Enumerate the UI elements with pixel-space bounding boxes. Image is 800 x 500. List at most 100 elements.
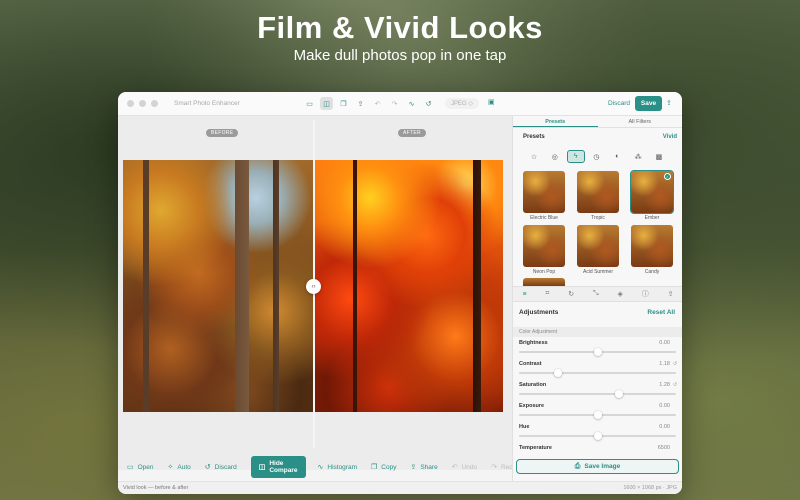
preset-item[interactable]: Electric Blue [523, 171, 565, 221]
preset-item-partial[interactable] [523, 278, 565, 286]
auto-button[interactable]: ✧ Auto [168, 463, 191, 472]
reset-icon[interactable]: ↺ [673, 382, 678, 388]
slider-knob[interactable] [593, 348, 602, 356]
hide-compare-button[interactable]: ◫ Hide Compare [250, 456, 306, 478]
adjustment-sliders: Brightness 0.00 Contrast 1.18 ↺ Saturation 1… [513, 340, 682, 466]
save-image-button[interactable]: ⎙ Save Image [516, 459, 679, 474]
slider-track[interactable] [519, 411, 676, 419]
app-window: Smart Photo Enhancer ▭ ◫ ❐ ⇪ ↶ ↷ ∿ ↺ JPE… [118, 92, 682, 494]
zoom-window-button[interactable] [151, 100, 158, 107]
preset-grid: Electric Blue Tropic ✓ Ember Neon Pop Ac… [513, 163, 682, 275]
open-button[interactable]: ▭ Open [127, 463, 154, 472]
format-select[interactable]: JPEG ◇ [445, 98, 479, 109]
sidebar-toggle-icon[interactable]: ▣ [488, 98, 495, 106]
contrast-icon[interactable]: ◐ [608, 150, 626, 163]
preset-label: Acid Summer [582, 269, 613, 275]
slider-track[interactable] [519, 348, 676, 356]
slider-label: Exposure [519, 403, 545, 409]
histogram-icon: ∿ [317, 464, 324, 471]
preset-item[interactable]: Tropic [577, 171, 619, 221]
resize-icon[interactable]: ⤡ [593, 290, 599, 298]
save-button[interactable]: Save [635, 96, 662, 111]
info-icon[interactable]: ⓘ [642, 289, 649, 299]
preset-item[interactable]: ✓ Ember [630, 170, 674, 221]
preset-thumbnail [577, 171, 619, 213]
histogram-button[interactable]: ∿ Histogram [317, 463, 358, 472]
close-window-button[interactable] [127, 100, 134, 107]
slider-knob[interactable] [554, 369, 563, 377]
preset-label: Tropic [591, 215, 605, 221]
preset-thumbnail-selected: ✓ [630, 170, 674, 214]
slider-track[interactable] [519, 369, 676, 377]
status-bar: Vivid look — before & after 1600 × 1068 … [118, 481, 682, 494]
open-folder-icon[interactable]: ▭ [303, 97, 316, 110]
reset-icon [673, 340, 678, 346]
preset-item[interactable]: Acid Summer [577, 225, 619, 275]
preset-category-row: ☆ ◎ ϟ ◷ ◐ ⁂ ▩ [513, 140, 682, 163]
slider-hue: Hue 0.00 [513, 424, 682, 445]
minimize-window-button[interactable] [139, 100, 146, 107]
presets-category[interactable]: Vivid [663, 134, 677, 140]
reset-icon [673, 403, 678, 409]
rotate-icon[interactable]: ↻ [568, 290, 574, 298]
slider-label: Temperature [519, 445, 552, 451]
presets-header: Presets Vivid [513, 128, 682, 140]
panel-tabs: Presets All Filters [513, 116, 682, 128]
reset-icon[interactable]: ↺ [673, 361, 678, 367]
preset-item[interactable]: Neon Pop [523, 225, 565, 275]
slider-contrast: Contrast 1.18 ↺ [513, 361, 682, 382]
preset-item[interactable]: Candy [631, 225, 673, 275]
preset-label: Ember [644, 215, 660, 221]
undo-icon[interactable]: ↶ [371, 97, 384, 110]
slider-track[interactable] [519, 432, 676, 440]
adjustments-header: Adjustments Reset All [513, 309, 682, 316]
preset-label: Neon Pop [532, 269, 556, 275]
layers-icon[interactable]: ◈ [617, 290, 622, 298]
tab-all-filters[interactable]: All Filters [598, 116, 683, 127]
reset-all-button[interactable]: Reset All [647, 309, 675, 316]
histogram-icon[interactable]: ∿ [405, 97, 418, 110]
redo-icon[interactable]: ↷ [388, 97, 401, 110]
slider-knob[interactable] [615, 390, 624, 398]
slider-knob[interactable] [593, 432, 602, 440]
bolt-icon[interactable]: ϟ [566, 150, 585, 163]
open-icon: ▭ [127, 464, 134, 471]
star-icon[interactable]: ☆ [525, 150, 543, 163]
preset-label: Electric Blue [530, 215, 558, 221]
before-label: BEFORE [206, 129, 239, 137]
film-icon[interactable]: ▩ [650, 150, 668, 163]
titlebar: Smart Photo Enhancer ▭ ◫ ❐ ⇪ ↶ ↷ ∿ ↺ JPE… [118, 92, 682, 116]
slider-value: 6500 [657, 445, 670, 451]
redo-icon: ↷ [491, 464, 497, 471]
slider-track[interactable] [519, 390, 676, 398]
slider-knob[interactable] [593, 411, 602, 419]
hero-title: Film & Vivid Looks [257, 10, 543, 45]
reset-icon[interactable]: ↺ [422, 97, 435, 110]
compare-icon[interactable]: ◫ [320, 97, 333, 110]
export-icon[interactable]: ⇪ [666, 99, 672, 107]
reset-icon [673, 445, 678, 451]
tab-presets[interactable]: Presets [513, 116, 598, 127]
palette-icon[interactable]: ◎ [546, 150, 564, 163]
copy-icon: ❐ [371, 464, 378, 471]
bottom-toolbar: ▭ Open ✧ Auto ↺ Discard ◫ Hide Compare ∿ Hist… [118, 456, 517, 478]
discard-bottom-button[interactable]: ↺ Discard [205, 463, 237, 472]
after-label: AFTER [398, 129, 426, 137]
undo-button[interactable]: ↶ Undo [452, 463, 477, 472]
export-icon[interactable]: ⇪ [668, 290, 674, 298]
sparkle-icon[interactable]: ⁂ [629, 150, 647, 163]
clock-icon[interactable]: ◷ [587, 150, 605, 163]
presets-title: Presets [523, 134, 545, 140]
status-text: Vivid look — before & after [123, 485, 189, 491]
share-button[interactable]: ⇪ Share [410, 463, 437, 472]
tool-tabs: ≡ ⌗ ↻ ⤡ ◈ ⓘ ⇪ [513, 286, 682, 302]
share-icon[interactable]: ⇪ [354, 97, 367, 110]
copy-button[interactable]: ❐ Copy [371, 463, 396, 472]
divider-handle-icon[interactable]: ‹› [306, 279, 321, 294]
image-dimensions: 1600 × 1068 px · JPG [623, 485, 677, 491]
window-controls [127, 100, 158, 107]
copy-icon[interactable]: ❐ [337, 97, 350, 110]
crop-icon[interactable]: ⌗ [545, 290, 549, 298]
sliders-icon[interactable]: ≡ [522, 291, 526, 298]
discard-button[interactable]: Discard [608, 100, 630, 107]
